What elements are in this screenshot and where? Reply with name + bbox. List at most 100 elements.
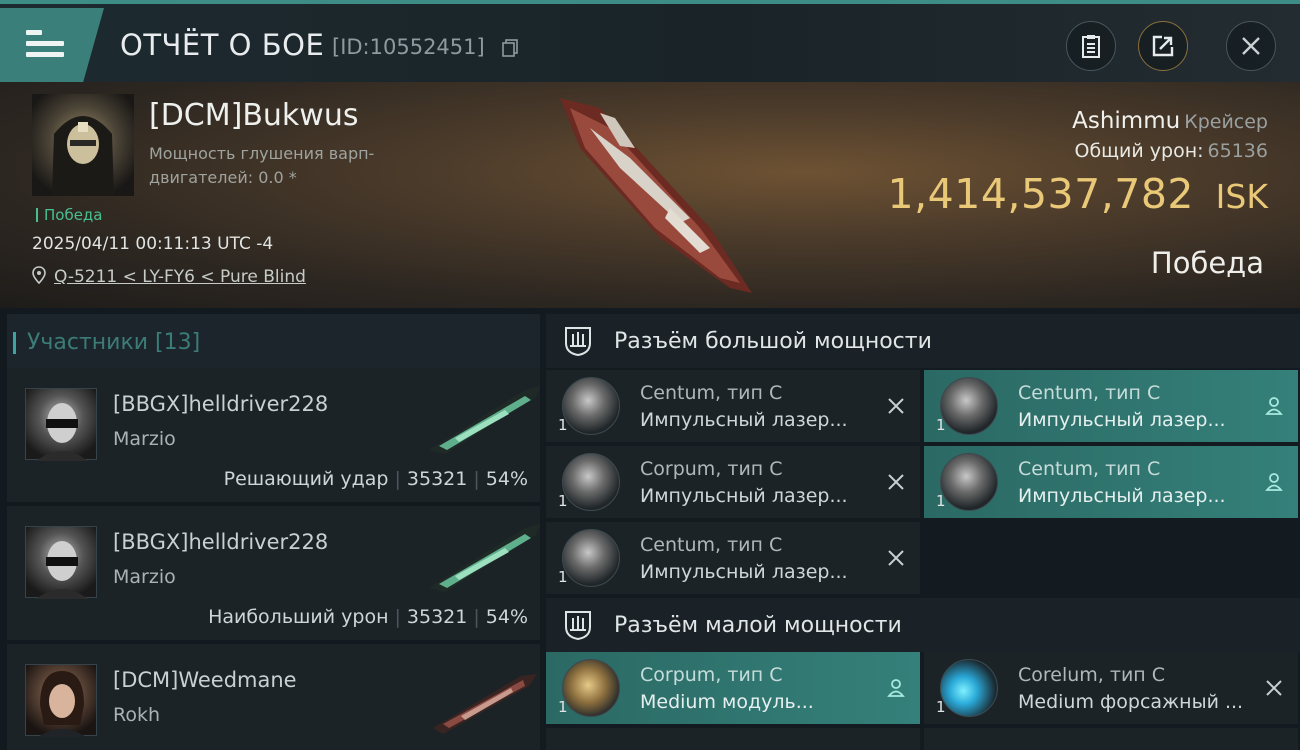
pilot-portrait-icon	[36, 403, 88, 461]
report-id: [ID:10552451]	[332, 35, 485, 59]
module-description: Medium модуль...	[640, 691, 814, 713]
victim-banner: [DCM]Bukwus Мощность глушения варп-двига…	[0, 82, 1300, 308]
attacker-name[interactable]: [BBGX]helldriver228	[113, 392, 328, 416]
victim-ship-image[interactable]	[540, 88, 770, 298]
warp-disruption-text: Мощность глушения варп-двигателей: 0.0 *	[149, 144, 375, 187]
menu-button[interactable]	[0, 8, 104, 82]
module-description: Импульсный лазер...	[1018, 409, 1226, 431]
attacker-ship: Marzio	[113, 428, 176, 450]
outcome-tag: Победа	[36, 206, 103, 224]
pilot-portrait-icon	[36, 541, 88, 599]
attacker-stats: Решающий удар | 35321 | 54%	[223, 468, 528, 490]
kill-datetime: 2025/04/11 00:11:13 UTC -4	[32, 234, 274, 254]
attacker-ship-image	[429, 386, 541, 454]
attacker-damage: 35321	[406, 468, 468, 490]
header-bar: ОТЧЁТ О БОЕ [ID:10552451]	[0, 0, 1300, 82]
module-name: Corpum, тип C	[640, 664, 783, 686]
module-icon	[562, 659, 620, 717]
total-damage-value: 65136	[1207, 140, 1268, 162]
module-item[interactable]	[924, 728, 1298, 750]
destroyed-x-icon	[888, 398, 904, 414]
module-name: Corpum, тип C	[640, 458, 783, 480]
participants-title: Участники [13]	[12, 330, 201, 355]
hooded-pilot-icon	[52, 116, 114, 196]
module-quantity: 1	[936, 416, 946, 434]
module-description: Medium форсажный ...	[1018, 691, 1244, 713]
participant-row[interactable]: [BBGX]helldriver228 Marzio Наибольший ур…	[7, 506, 541, 640]
victim-ship-info: Ashimmu Крейсер	[1072, 108, 1268, 134]
destroyed-x-icon	[888, 550, 904, 566]
module-description: Импульсный лазер...	[640, 561, 848, 583]
module-item[interactable]: 1 Centum, тип C Импульсный лазер...	[924, 446, 1298, 518]
attacker-ship: Marzio	[113, 566, 176, 588]
low-power-slot-icon	[565, 611, 591, 641]
attacker-ship-image	[433, 674, 537, 734]
participants-panel: Участники [13] [BBGX]helldriver228 Marzi…	[0, 308, 541, 750]
attacker-ship: Rokh	[113, 704, 161, 726]
attacker-percent: 54%	[485, 606, 528, 628]
module-quantity: 1	[558, 568, 568, 586]
attacker-avatar	[25, 526, 97, 599]
module-item[interactable]: 1 Corpum, тип C Импульсный лазер...	[546, 446, 920, 518]
attacker-role: Наибольший урон	[208, 606, 389, 628]
attacker-percent: 54%	[485, 468, 528, 490]
module-description: Импульсный лазер...	[640, 409, 848, 431]
person-icon	[1265, 473, 1283, 491]
attacker-name[interactable]: [DCM]Weedmane	[113, 668, 297, 692]
participant-row[interactable]: [DCM]Weedmane Rokh	[7, 644, 540, 750]
share-icon	[1152, 35, 1174, 57]
person-icon	[887, 679, 905, 697]
victim-name[interactable]: [DCM]Bukwus	[149, 98, 359, 133]
high-power-slot-icon	[565, 327, 591, 357]
attacker-role: Решающий удар	[223, 468, 389, 490]
attacker-stats: Наибольший урон | 35321 | 54%	[208, 606, 528, 628]
module-name: Centum, тип C	[1018, 458, 1161, 480]
module-name: Centum, тип C	[640, 534, 783, 556]
total-damage-label: Общий урон:	[1074, 140, 1204, 162]
laser-turret-icon	[562, 529, 620, 587]
close-icon	[1242, 37, 1260, 55]
module-item[interactable]: 1 Corelum, тип C Medium форсажный ...	[924, 652, 1298, 724]
module-item[interactable]: 1 Corpum, тип C Medium модуль...	[546, 652, 920, 724]
hamburger-icon	[26, 30, 64, 60]
battle-result: Победа	[1150, 246, 1264, 280]
module-item[interactable]: 1 Centum, тип C Импульсный лазер...	[924, 370, 1298, 442]
module-description: Импульсный лазер...	[1018, 485, 1226, 507]
module-name: Centum, тип C	[1018, 382, 1161, 404]
mid-slot-header: Разъём малой мощности	[546, 598, 1300, 652]
clipboard-icon	[1082, 35, 1100, 58]
module-item[interactable]	[546, 728, 920, 750]
module-quantity: 1	[558, 416, 568, 434]
isk-unit: ISK	[1215, 177, 1268, 216]
pilot-portrait-icon	[38, 671, 86, 737]
share-button[interactable]	[1138, 21, 1188, 71]
destroyed-x-icon	[1266, 680, 1282, 696]
module-item[interactable]: 1 Centum, тип C Импульсный лазер...	[546, 370, 920, 442]
close-button[interactable]	[1226, 21, 1276, 71]
module-quantity: 1	[936, 698, 946, 716]
module-name: Centum, тип C	[640, 382, 783, 404]
participants-header[interactable]: Участники [13]	[7, 314, 540, 370]
destroyed-x-icon	[888, 474, 904, 490]
isk-value: 1,414,537,782	[887, 170, 1194, 218]
attacker-damage: 35321	[406, 606, 468, 628]
attacker-avatar	[25, 388, 97, 461]
victim-avatar[interactable]	[32, 94, 134, 196]
location-link[interactable]: Q-5211 < LY-FY6 < Pure Blind	[54, 267, 306, 287]
clipboard-button[interactable]	[1066, 21, 1116, 71]
location-pin-icon	[32, 266, 46, 284]
high-slot-title: Разъём большой мощности	[614, 329, 932, 354]
module-item[interactable]: 1 Centum, тип C Импульсный лазер...	[546, 522, 920, 594]
module-name: Corelum, тип C	[1018, 664, 1166, 686]
attacker-name[interactable]: [BBGX]helldriver228	[113, 530, 328, 554]
laser-turret-icon	[940, 453, 998, 511]
victim-ship-class: Крейсер	[1184, 111, 1268, 133]
module-quantity: 1	[558, 492, 568, 510]
total-damage: Общий урон: 65136	[1074, 140, 1268, 162]
laser-turret-icon	[562, 453, 620, 511]
attacker-ship-image	[429, 524, 541, 592]
attacker-avatar	[25, 664, 97, 737]
module-description: Импульсный лазер...	[640, 485, 848, 507]
copy-icon[interactable]	[502, 39, 518, 57]
participant-row[interactable]: [BBGX]helldriver228 Marzio Решающий удар…	[7, 368, 541, 502]
